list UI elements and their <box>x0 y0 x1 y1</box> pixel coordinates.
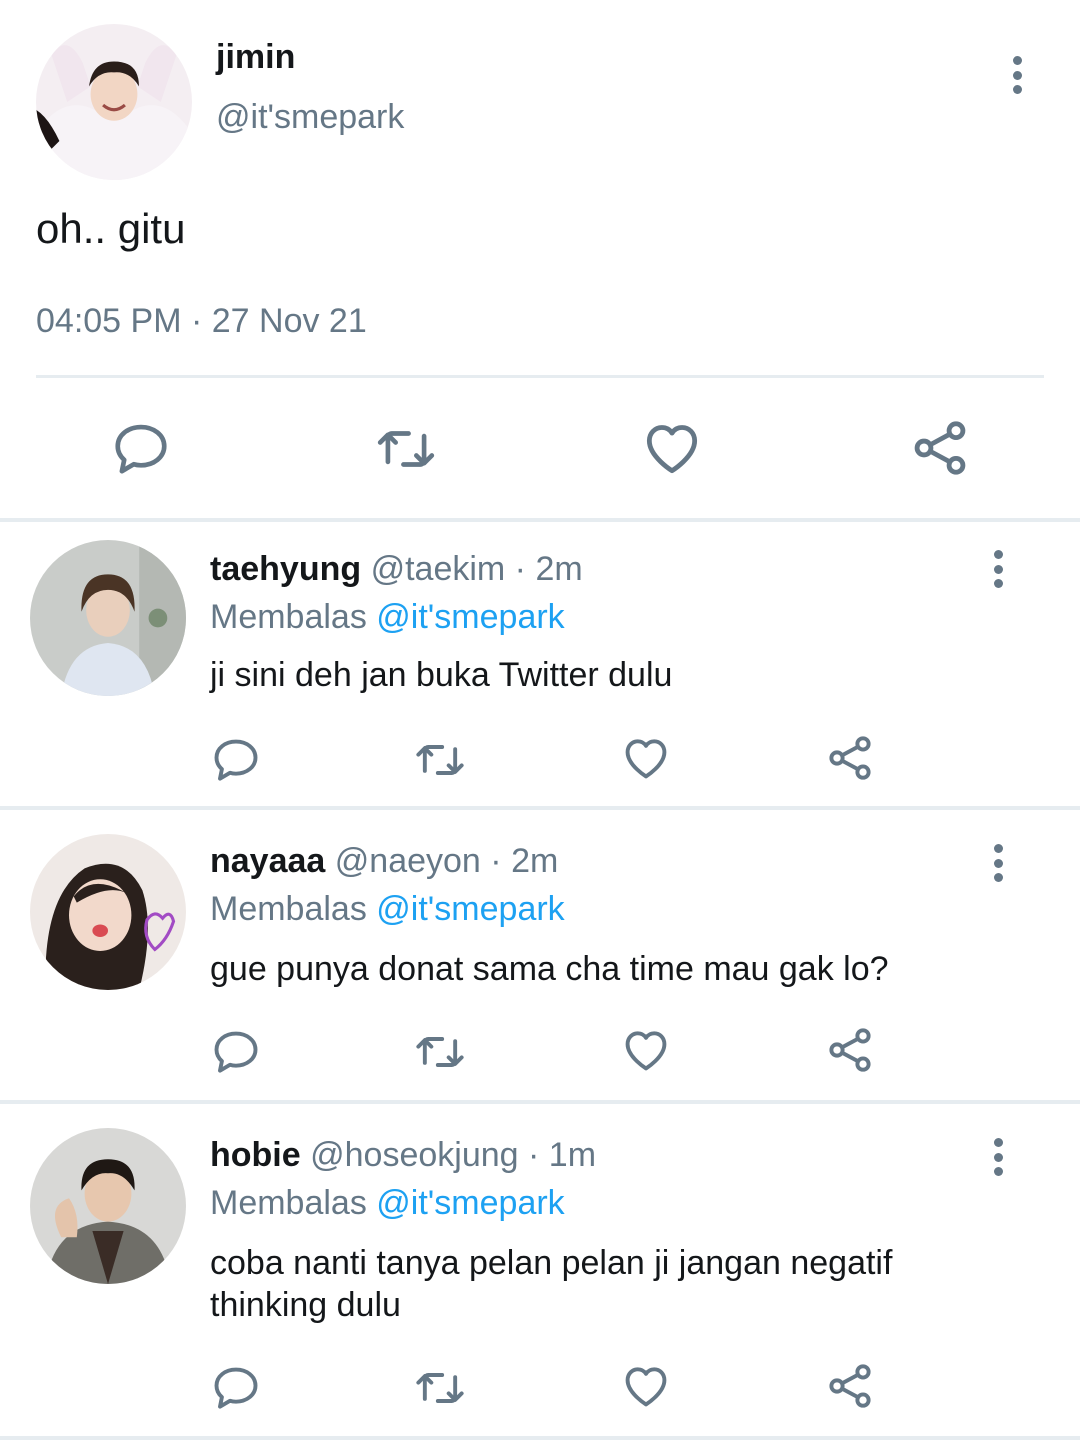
divider <box>36 375 1044 378</box>
reply-icon[interactable] <box>110 418 172 480</box>
like-icon[interactable] <box>620 1024 672 1076</box>
reply-time: 2m <box>535 550 583 588</box>
reply-header: taehyung @taekim · 2m <box>210 550 583 589</box>
reply-icon[interactable] <box>210 734 262 786</box>
reply-tweet[interactable]: nayaaa @naeyon · 2m Membalas @it'smepark… <box>0 810 1080 1100</box>
tweet-text: coba nanti tanya pelan pelan ji jangan n… <box>210 1244 893 1324</box>
tweet-date: 27 Nov 21 <box>211 302 367 340</box>
like-icon[interactable] <box>640 416 704 480</box>
more-options-icon[interactable] <box>986 1138 1010 1176</box>
divider <box>0 1436 1080 1440</box>
user-handle[interactable]: @taekim <box>371 550 506 588</box>
avatar[interactable] <box>30 1128 186 1284</box>
retweet-icon[interactable] <box>412 1362 468 1414</box>
avatar[interactable] <box>30 834 186 990</box>
share-icon[interactable] <box>824 1024 876 1076</box>
replying-to: Membalas @it'smepark <box>210 598 565 637</box>
tweet-timestamp: 04:05 PM · 27 Nov 21 <box>36 302 367 341</box>
reply-tweet[interactable]: hobie @hoseokjung · 1m Membalas @it'smep… <box>0 1104 1080 1440</box>
display-name[interactable]: jimin <box>216 38 295 77</box>
replying-to-label: Membalas <box>210 1184 367 1222</box>
replying-to-label: Membalas <box>210 598 367 636</box>
retweet-icon[interactable] <box>372 418 440 480</box>
avatar[interactable] <box>30 540 186 696</box>
avatar[interactable] <box>36 24 192 180</box>
mention-link[interactable]: @it'smepark <box>376 890 564 928</box>
reply-time: 2m <box>511 842 559 880</box>
tweet-text: gue punya donat sama cha time mau gak lo… <box>210 950 889 988</box>
user-handle[interactable]: @naeyon <box>335 842 481 880</box>
more-options-icon[interactable] <box>1005 56 1029 94</box>
meta-separator: · <box>518 1136 549 1174</box>
retweet-icon[interactable] <box>412 734 468 786</box>
share-icon[interactable] <box>824 732 876 784</box>
reply-icon[interactable] <box>210 1026 262 1078</box>
more-options-icon[interactable] <box>986 844 1010 882</box>
display-name[interactable]: nayaaa <box>210 842 325 880</box>
reply-time: 1m <box>548 1136 597 1174</box>
user-handle[interactable]: @it'smepark <box>216 98 404 137</box>
display-name[interactable]: taehyung <box>210 550 361 588</box>
reply-header: hobie @hoseokjung · 1m <box>210 1136 596 1175</box>
like-icon[interactable] <box>620 732 672 784</box>
mention-link[interactable]: @it'smepark <box>376 1184 564 1222</box>
replying-to-label: Membalas <box>210 890 367 928</box>
tweet-text: oh.. gitu <box>36 205 186 252</box>
like-icon[interactable] <box>620 1360 672 1412</box>
replying-to: Membalas @it'smepark <box>210 1184 565 1223</box>
reply-tweet[interactable]: taehyung @taekim · 2m Membalas @it'smepa… <box>0 522 1080 806</box>
tweet-text: ji sini deh jan buka Twitter dulu <box>210 656 673 694</box>
more-options-icon[interactable] <box>986 550 1010 588</box>
main-tweet: jimin @it'smepark oh.. gitu 04:05 PM · 2… <box>0 0 1080 518</box>
share-icon[interactable] <box>824 1360 876 1412</box>
share-icon[interactable] <box>908 416 972 480</box>
reply-header: nayaaa @naeyon · 2m <box>210 842 558 881</box>
reply-icon[interactable] <box>210 1362 262 1414</box>
user-handle[interactable]: @hoseokjung <box>310 1136 518 1174</box>
meta-separator: · <box>480 842 512 880</box>
meta-separator: · <box>505 550 536 588</box>
meta-separator: · <box>181 302 212 340</box>
mention-link[interactable]: @it'smepark <box>376 598 564 636</box>
retweet-icon[interactable] <box>412 1026 468 1078</box>
display-name[interactable]: hobie <box>210 1136 301 1174</box>
tweet-time: 04:05 PM <box>36 302 182 340</box>
replying-to: Membalas @it'smepark <box>210 890 565 929</box>
